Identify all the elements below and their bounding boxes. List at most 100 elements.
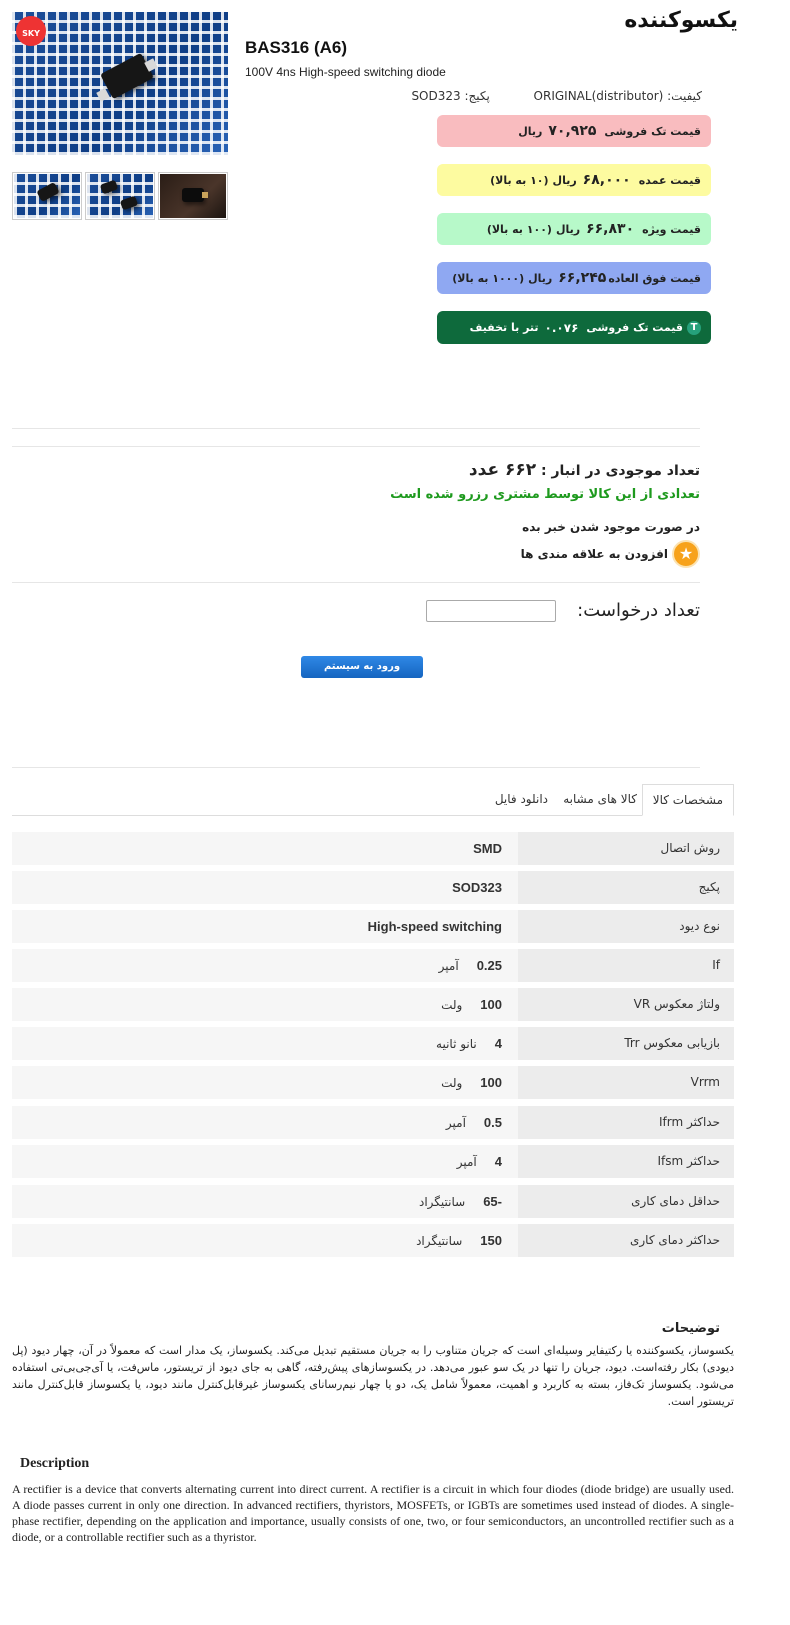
price-label: قیمت فوق العاده <box>608 271 701 285</box>
divider <box>12 767 700 768</box>
price-note: (۱۰۰۰ به بالا) <box>452 271 525 285</box>
diode-chip <box>100 52 154 100</box>
description-fa-heading: توضیحات <box>661 1321 720 1336</box>
quantity-input[interactable] <box>426 600 556 622</box>
stock-label: تعداد موجودی در انبار : <box>541 463 700 479</box>
spec-value: SMD <box>473 841 502 856</box>
spec-value: SOD323 <box>452 880 502 895</box>
tab-download-file[interactable]: دانلود فایل <box>485 784 558 815</box>
spec-value: 100ولت <box>441 997 502 1012</box>
spec-row: نوع دیود High-speed switching <box>12 910 734 943</box>
price-label: قیمت تک فروشی <box>586 321 683 334</box>
stock-count: ۶۶۲ عدد <box>468 460 537 480</box>
spec-value: 0.25آمپر <box>438 958 502 973</box>
price-label: قیمت عمده <box>638 173 701 187</box>
thumbnail-photo <box>160 174 226 218</box>
tab-similar-products[interactable]: کالا های مشابه <box>553 784 647 815</box>
spec-key: حداقل دمای کاری <box>518 1185 734 1218</box>
notify-link[interactable]: در صورت موجود شدن خبر بده <box>522 520 700 534</box>
star-icon: ★ <box>672 540 700 568</box>
diode-chip <box>119 195 139 211</box>
thumbnail-1[interactable] <box>12 172 82 220</box>
product-subtitle: 100V 4ns High-speed switching diode <box>245 65 446 79</box>
product-meta: کیفیت: ORIGINAL(distributor) پکیج: SOD32… <box>411 89 702 103</box>
brand-logo: SKY <box>16 16 46 46</box>
spec-row: حداکثر Ifsm 4آمپر <box>12 1145 734 1178</box>
divider <box>12 582 700 583</box>
price-tether: T قیمت تک فروشی ۰.۰۷۶ تتر با تخفیف <box>437 311 711 344</box>
spec-key: ولتاژ معکوس VR <box>518 988 734 1021</box>
price-label: قیمت ویژه <box>642 222 701 236</box>
spec-key: روش اتصال <box>518 832 734 865</box>
price-unit: ریال <box>518 124 543 138</box>
spec-row: ولتاژ معکوس VR 100ولت <box>12 988 734 1021</box>
price-unit: ریال <box>528 271 553 285</box>
diode-lead <box>202 192 208 198</box>
diode-chip <box>182 188 204 202</box>
spec-key: If <box>518 949 734 982</box>
price-retail: قیمت تک فروشی ۷۰,۹۲۵ ریال <box>437 115 711 147</box>
tabs-baseline <box>12 815 734 816</box>
spec-value: High-speed switching <box>367 919 502 934</box>
price-unit: تتر با تخفیف <box>469 321 539 334</box>
price-note: (۱۰۰ به بالا) <box>486 222 552 236</box>
price-value: ۶۶,۸۳۰ <box>586 221 635 237</box>
spec-key: بازیابی معکوس Trr <box>518 1027 734 1060</box>
divider <box>12 446 700 447</box>
spec-value: 0.5آمپر <box>445 1115 502 1130</box>
thumbnail-2[interactable] <box>85 172 155 220</box>
spec-value: 150سانتیگراد <box>416 1233 502 1248</box>
price-note: (۱۰ به بالا) <box>490 173 549 187</box>
spec-key: حداکثر Ifsm <box>518 1145 734 1178</box>
spec-row: بازیابی معکوس Trr 4نانو ثانیه <box>12 1027 734 1060</box>
spec-row: پکیج SOD323 <box>12 871 734 904</box>
description-fa-text: یکسوساز، یکسوکننده یا رکتیفایر وسیله‌ای … <box>12 1344 734 1408</box>
thumbnail-photo <box>14 174 80 218</box>
wishlist-label: افزودن به علاقه مندی ها <box>520 547 668 561</box>
price-label: قیمت تک فروشی <box>604 124 701 138</box>
package-label: پکیج: <box>464 89 490 103</box>
spec-key: Vrrm <box>518 1066 734 1099</box>
spec-value: 4نانو ثانیه <box>436 1036 502 1051</box>
price-unit: ریال <box>555 222 581 236</box>
description-en-heading: Description <box>20 1456 90 1471</box>
divider <box>12 428 700 429</box>
product-main-image[interactable]: SKY <box>12 12 228 155</box>
spec-key: پکیج <box>518 871 734 904</box>
quality-value: ORIGINAL(distributor) <box>533 89 664 103</box>
description-en-text: A rectifier is a device that converts al… <box>12 1482 734 1544</box>
spec-row: حداکثر Ifrm 0.5آمپر <box>12 1106 734 1139</box>
tether-icon: T <box>687 320 701 335</box>
spec-value: -65سانتیگراد <box>418 1194 502 1209</box>
price-value: ۶۸,۰۰۰ <box>582 172 631 188</box>
spec-key: نوع دیود <box>518 910 734 943</box>
spec-row: حداقل دمای کاری -65سانتیگراد <box>12 1185 734 1218</box>
package-value: SOD323 <box>411 89 461 103</box>
diode-chip <box>36 182 60 202</box>
price-special: قیمت ویژه ۶۶,۸۳۰ ریال (۱۰۰ به بالا) <box>437 213 711 245</box>
product-photo: SKY <box>12 12 228 155</box>
spec-key: حداکثر دمای کاری <box>518 1224 734 1257</box>
spec-key: حداکثر Ifrm <box>518 1106 734 1139</box>
reserved-notice: تعدادی از این کالا توسط مشتری رزرو شده ا… <box>390 487 700 502</box>
spec-row: روش اتصال SMD <box>12 832 734 865</box>
part-number: BAS316 (A6) <box>245 38 348 57</box>
thumbnail-photo <box>87 174 153 218</box>
spec-value: 4آمپر <box>456 1154 502 1169</box>
login-button[interactable]: ورود به سیستم <box>301 656 423 678</box>
spec-row: Vrrm 100ولت <box>12 1066 734 1099</box>
price-wholesale: قیمت عمده ۶۸,۰۰۰ ریال (۱۰ به بالا) <box>437 164 711 196</box>
spec-row: If 0.25آمپر <box>12 949 734 982</box>
spec-value: 100ولت <box>441 1075 502 1090</box>
tab-specifications[interactable]: مشخصات کالا <box>641 784 734 816</box>
product-category-title: یکسوکننده <box>624 8 738 33</box>
price-value: ۷۰,۹۲۵ <box>548 123 597 139</box>
spec-row: حداکثر دمای کاری 150سانتیگراد <box>12 1224 734 1257</box>
wishlist-button[interactable]: ★ افزودن به علاقه مندی ها <box>521 540 700 568</box>
price-unit: ریال <box>552 173 577 187</box>
thumbnail-3[interactable] <box>158 172 228 220</box>
quality-label: کیفیت: <box>667 89 702 103</box>
stock-info: تعداد موجودی در انبار : ۶۶۲ عدد <box>469 460 700 480</box>
quantity-label: تعداد درخواست: <box>577 600 700 621</box>
price-extra: قیمت فوق العاده ۶۶,۲۴۵ ریال (۱۰۰۰ به بال… <box>437 262 711 294</box>
